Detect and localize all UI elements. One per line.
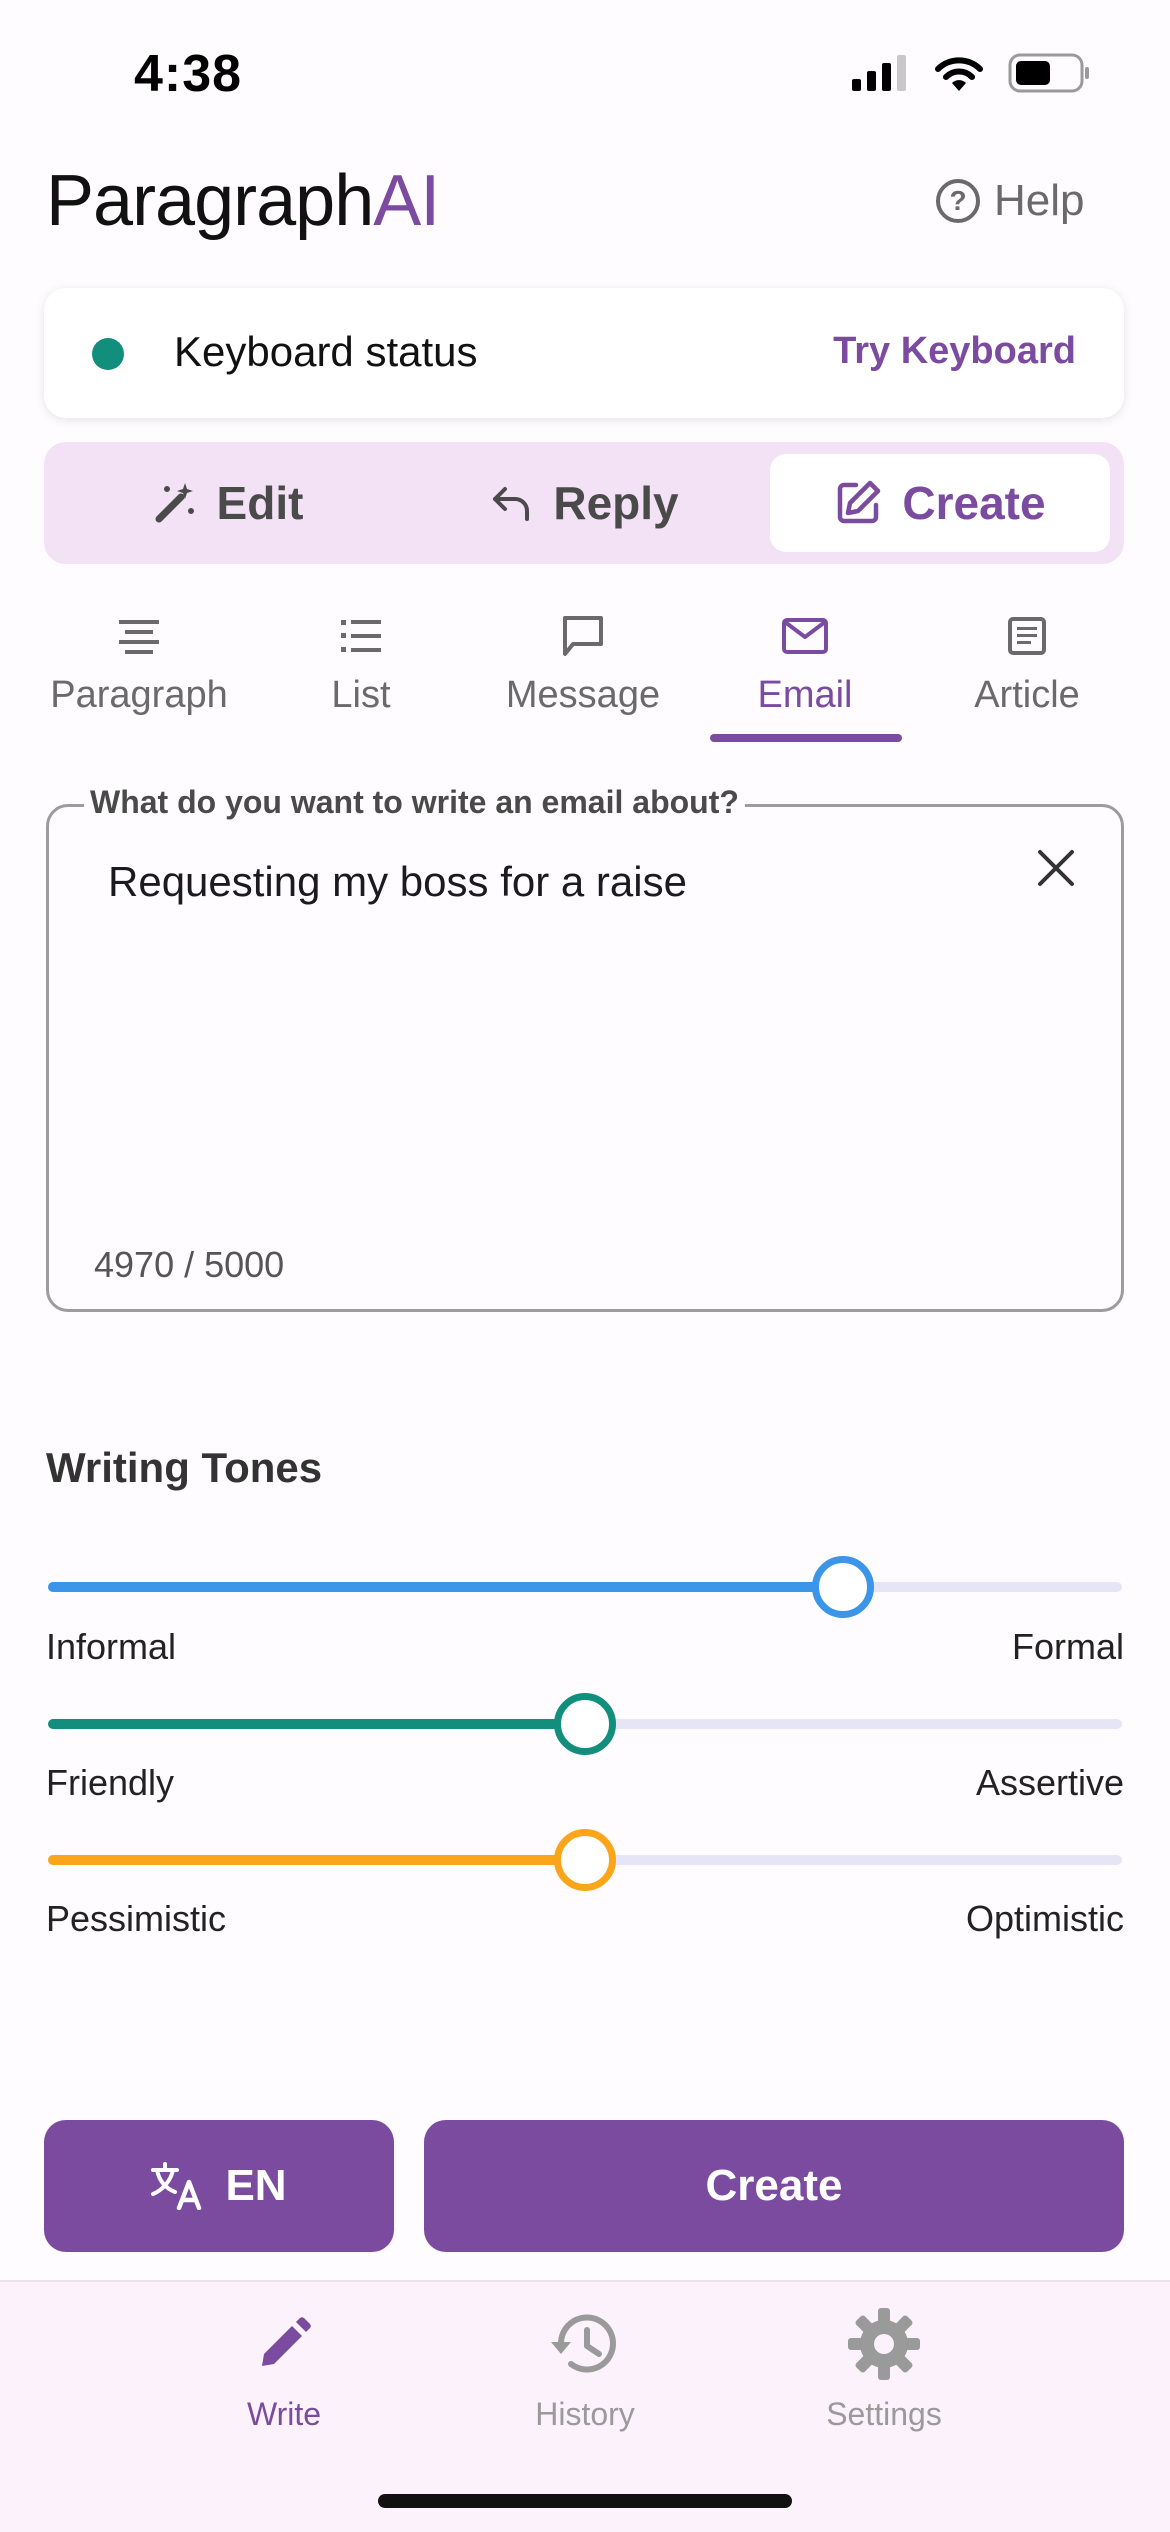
logo-accent: AI (373, 161, 440, 241)
active-tab-indicator (710, 734, 902, 742)
slider-fill (48, 1719, 585, 1729)
mode-create-tab[interactable]: Create (770, 454, 1110, 552)
status-dot (92, 338, 124, 370)
nav-history[interactable]: History (465, 2304, 705, 2433)
try-keyboard-link[interactable]: Try Keyboard (833, 330, 1076, 373)
slider-thumb[interactable] (554, 1829, 616, 1891)
status-time: 4:38 (134, 45, 243, 103)
textarea-label: What do you want to write an email about… (84, 784, 745, 821)
type-paragraph-label: Paragraph (50, 674, 228, 716)
help-icon: ? (936, 179, 980, 223)
magic-wand-icon (155, 483, 194, 523)
nav-history-label: History (535, 2396, 635, 2432)
status-icons (850, 52, 1092, 94)
optimism-slider[interactable] (48, 1829, 1122, 1891)
tone-left-label: Pessimistic (46, 1898, 227, 1939)
article-icon (1008, 617, 1046, 655)
nav-settings[interactable]: Settings (764, 2304, 1004, 2433)
type-tab-paragraph[interactable]: Paragraph (28, 612, 250, 717)
language-label: EN (225, 2161, 287, 2210)
app-logo: ParagraphAI (46, 160, 440, 242)
create-button[interactable]: Create (424, 2120, 1124, 2252)
language-button[interactable]: EN (44, 2120, 394, 2252)
type-article-label: Article (974, 674, 1080, 716)
mode-create-label: Create (902, 477, 1046, 529)
nav-write-label: Write (246, 2396, 322, 2432)
gear-icon (848, 2308, 920, 2380)
type-tab-list[interactable]: List (250, 612, 472, 717)
nav-settings-label: Settings (826, 2396, 942, 2432)
type-tab-email[interactable]: Email (694, 612, 916, 717)
type-email-label: Email (757, 674, 853, 716)
tone-right-label: Assertive (975, 1762, 1124, 1803)
assertiveness-slider[interactable] (48, 1693, 1122, 1755)
slider-fill (48, 1855, 585, 1865)
mode-segmented-control: Edit Reply Create (44, 442, 1124, 564)
align-center-icon (119, 620, 159, 654)
translate-icon (151, 2162, 202, 2210)
edit-square-icon (838, 480, 881, 524)
help-button[interactable]: ? Help (936, 176, 1085, 226)
type-list-label: List (331, 674, 391, 716)
mode-reply-tab[interactable]: Reply (414, 454, 754, 552)
battery-icon (1008, 53, 1089, 93)
type-tab-message[interactable]: Message (472, 612, 694, 717)
reply-arrow-icon (493, 487, 530, 521)
formality-slider[interactable] (48, 1556, 1122, 1618)
writing-tones-title: Writing Tones (46, 1444, 323, 1491)
nav-write[interactable]: Write (164, 2304, 404, 2433)
tone-left-label: Informal (46, 1626, 177, 1667)
type-message-label: Message (505, 674, 661, 716)
mode-reply-label: Reply (553, 477, 679, 529)
wifi-icon (935, 57, 983, 91)
home-indicator (378, 2494, 792, 2508)
tone-right-label: Formal (1011, 1626, 1124, 1667)
mode-edit-tab[interactable]: Edit (58, 454, 398, 552)
mode-edit-label: Edit (216, 477, 304, 529)
tone-right-label: Optimistic (965, 1898, 1124, 1939)
history-icon (551, 2314, 616, 2373)
keyboard-status-label: Keyboard status (174, 328, 478, 375)
mail-icon (782, 618, 828, 654)
type-tab-article[interactable]: Article (916, 612, 1138, 717)
slider-thumb[interactable] (811, 1556, 874, 1618)
help-label: Help (994, 176, 1085, 225)
pencil-icon (262, 2317, 311, 2366)
slider-fill (48, 1582, 843, 1592)
textarea-value[interactable]: Requesting my boss for a raise (108, 858, 687, 906)
slider-thumb[interactable] (554, 1693, 616, 1755)
list-icon (341, 620, 381, 652)
keyboard-status-card: Keyboard status Try Keyboard (44, 288, 1124, 418)
close-icon[interactable] (1034, 846, 1078, 890)
tone-left-label: Friendly (46, 1762, 175, 1803)
chat-bubble-icon (563, 616, 603, 656)
cellular-signal-icon (852, 55, 906, 91)
logo-main: Paragraph (46, 161, 374, 241)
character-counter: 4970 / 5000 (94, 1244, 285, 1285)
